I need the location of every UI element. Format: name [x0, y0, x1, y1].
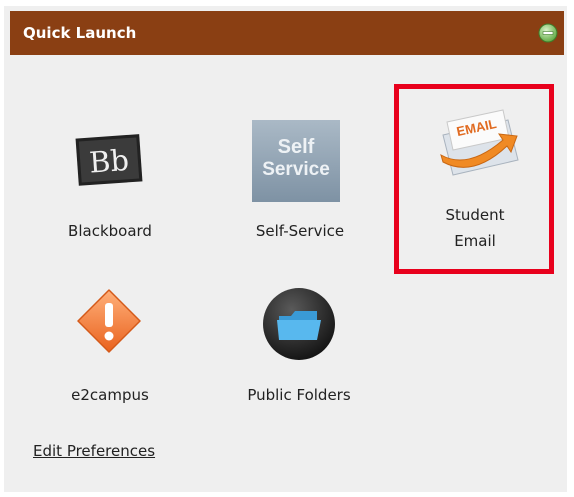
minus-circle-icon[interactable] — [538, 23, 558, 43]
blackboard-logo-icon: Bb — [75, 134, 143, 186]
quick-launch-header: Quick Launch — [10, 11, 564, 55]
icon-text: Self — [277, 136, 315, 158]
folder-icon — [263, 288, 335, 360]
icon-text: Service — [262, 159, 330, 180]
tile-self-service[interactable]: Self Service Self-Service — [232, 118, 368, 250]
self-service-icon: Self Service — [252, 120, 340, 202]
tile-public-folders[interactable]: Public Folders — [226, 282, 372, 414]
tile-label: Email — [454, 232, 496, 250]
email-envelope-icon: EMAIL — [440, 109, 519, 176]
alert-diamond-icon — [77, 289, 141, 353]
tile-label: Student — [445, 206, 505, 224]
tile-blackboard[interactable]: Bb Blackboard — [60, 120, 160, 250]
edit-preferences-link[interactable]: Edit Preferences — [33, 442, 155, 460]
tile-label: Public Folders — [247, 386, 351, 404]
tile-label: e2campus — [71, 386, 149, 404]
panel-title: Quick Launch — [23, 24, 137, 42]
tile-e2campus[interactable]: e2campus — [50, 284, 170, 414]
tile-label: Self-Service — [255, 222, 345, 240]
tile-label: Blackboard — [68, 222, 152, 240]
svg-text:Bb: Bb — [88, 143, 130, 180]
tile-student-email[interactable]: EMAIL Student Email — [400, 90, 550, 270]
